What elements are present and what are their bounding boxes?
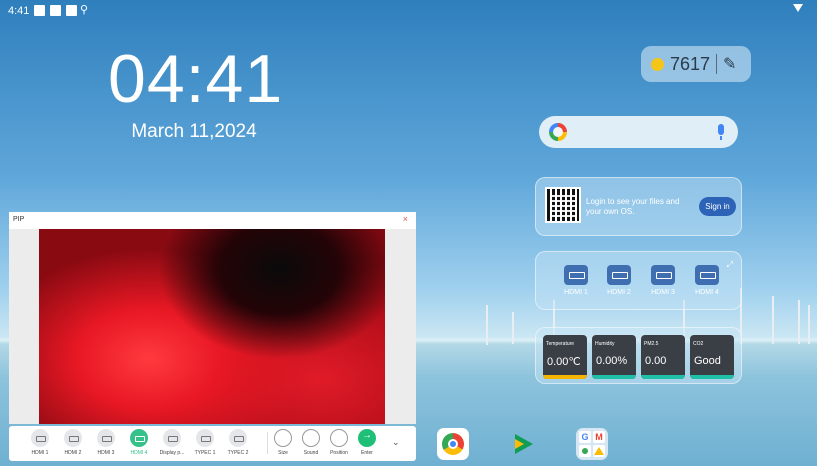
pip-video (9, 229, 416, 424)
google-logo-icon (549, 123, 567, 141)
temperature-tile: Temperature 0.00℃ (543, 335, 587, 379)
pip-header[interactable]: PIP × (9, 212, 416, 229)
sensor-title: CO2 (693, 341, 704, 347)
displayport-icon (163, 429, 181, 447)
arrow-right-icon (358, 429, 376, 447)
hdmi-icon (564, 265, 588, 285)
divider (716, 54, 718, 74)
clock-time: 04:41 (108, 41, 284, 117)
hdmi-icon (130, 429, 148, 447)
chrome-icon[interactable] (437, 428, 469, 460)
hdmi-2-source[interactable]: HDMI 2 (599, 265, 639, 296)
google-icon: G (579, 431, 591, 443)
notification-icon (34, 5, 45, 16)
maps-icon (579, 445, 591, 457)
pip-left-margin (9, 229, 39, 424)
notification-icon (66, 5, 77, 16)
hdmi-icon (695, 265, 719, 285)
co2-tile: CO2 Good (690, 335, 734, 379)
status-time: 4:41 (8, 5, 30, 17)
pm25-tile: PM2.5 0.00 (641, 335, 685, 379)
sensor-title: Temperature (546, 341, 575, 347)
hdmi-sources-card: HDMI 1 HDMI 2 HDMI 3 HDMI 4 ⤢ (535, 251, 742, 310)
microphone-icon[interactable] (718, 124, 724, 140)
pip-right-margin (385, 229, 416, 424)
hdmi-icon (607, 265, 631, 285)
chrome-logo (442, 433, 464, 455)
hdmi-icon (97, 429, 115, 447)
sensor-value: 0.00 (645, 355, 667, 367)
hdmi-label: HDMI 4 (695, 289, 719, 296)
sensor-title: PM2.5 (644, 341, 659, 347)
hdmi-icon (64, 429, 82, 447)
login-card: Login to see your files and your own OS.… (535, 177, 742, 236)
hdmi-icon (651, 265, 675, 285)
hdmi-1-source[interactable]: HDMI 1 (556, 265, 596, 296)
position-icon (330, 429, 348, 447)
notification-icon (50, 5, 61, 16)
sensor-title: Humidity (595, 341, 615, 347)
hdmi-4-source[interactable]: HDMI 4 (687, 265, 727, 296)
login-text: Login to see your files and your own OS. (586, 197, 680, 216)
hdmi-label: HDMI 1 (564, 289, 588, 296)
sensor-value: 0.00℃ (547, 356, 581, 368)
google-search-bar[interactable] (539, 116, 738, 148)
hdmi-icon (31, 429, 49, 447)
play-logo-accent (515, 439, 524, 449)
pen-icon[interactable]: ✎ (723, 54, 736, 74)
speaker-icon (302, 429, 320, 447)
environment-sensors-card: Temperature 0.00℃ Humidity 0.00% PM2.5 0… (535, 327, 742, 384)
red-flower-image (39, 229, 385, 424)
sun-icon (651, 57, 664, 71)
pip-window[interactable]: PIP × (9, 212, 416, 424)
source-typec-2[interactable]: TYPEC 2 (218, 429, 258, 456)
sign-in-button[interactable]: Sign in (699, 197, 736, 216)
drive-icon (593, 445, 605, 457)
qr-code-icon (545, 187, 581, 223)
play-store-icon[interactable] (507, 428, 539, 460)
humidity-tile: Humidity 0.00% (592, 335, 636, 379)
enter-button[interactable]: Enter (347, 429, 387, 456)
pip-title: PIP (13, 216, 25, 223)
wifi-icon (793, 4, 803, 12)
usb-c-icon (229, 429, 247, 447)
sensor-bar (690, 375, 734, 379)
clock-date: March 11,2024 (131, 121, 257, 142)
chevron-down-icon[interactable]: ⌄ (392, 437, 400, 448)
weather-value: 7617 (670, 53, 711, 74)
sensor-bar (641, 375, 685, 379)
close-icon[interactable]: × (403, 214, 408, 224)
expand-icon[interactable]: ⤢ (727, 260, 733, 270)
sensor-value: 0.00% (596, 355, 628, 367)
sensor-bar (543, 375, 587, 379)
status-bar: 4:41 ⚲ (0, 0, 817, 22)
hdmi-label: HDMI 3 (651, 289, 675, 296)
sensor-bar (592, 375, 636, 379)
size-icon (274, 429, 292, 447)
gmail-icon: M (593, 431, 605, 443)
hdmi-label: HDMI 2 (607, 289, 631, 296)
hdmi-3-source[interactable]: HDMI 3 (643, 265, 683, 296)
google-apps-folder-icon[interactable]: G M (576, 428, 608, 460)
source-toolbar: HDMI 1 HDMI 2 HDMI 3 HDMI 4 Display p...… (9, 426, 416, 461)
usb-c-icon (196, 429, 214, 447)
sensor-value: Good (694, 355, 721, 367)
source-label: TYPEC 2 (227, 450, 249, 456)
usb-icon: ⚲ (80, 4, 89, 16)
weather-widget[interactable]: 7617 ✎ (641, 46, 751, 82)
action-label: Enter (361, 450, 373, 456)
